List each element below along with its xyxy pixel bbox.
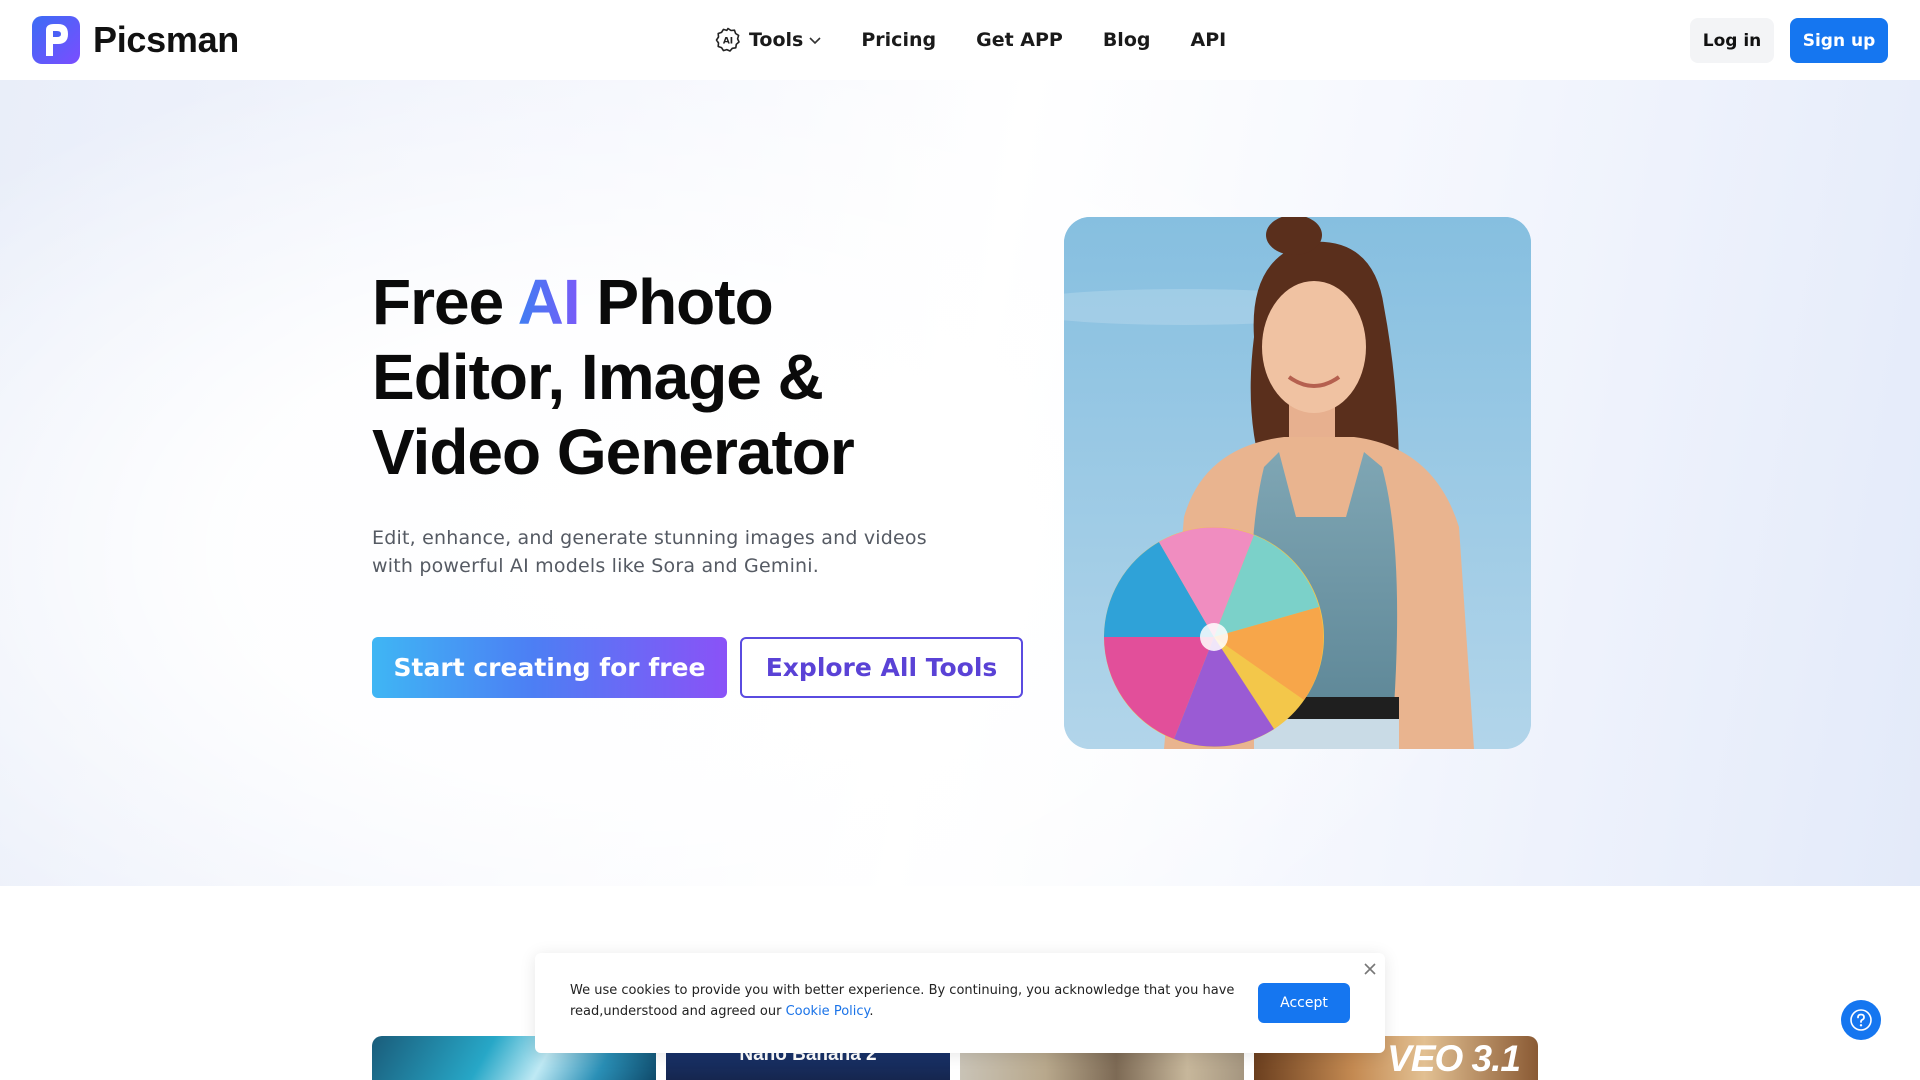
cookie-message: We use cookies to provide you with bette… — [570, 983, 1235, 1019]
logo-mark-icon — [32, 16, 80, 64]
svg-text:AI: AI — [723, 37, 733, 47]
nav-tools-label: Tools — [749, 29, 804, 51]
hero-image — [1064, 217, 1531, 749]
help-button[interactable] — [1841, 1000, 1881, 1040]
explore-tools-button[interactable]: Explore All Tools — [740, 637, 1023, 698]
cookie-banner: We use cookies to provide you with bette… — [535, 953, 1385, 1053]
cookie-policy-link[interactable]: Cookie Policy — [786, 1004, 870, 1019]
nav-get-app[interactable]: Get APP — [976, 29, 1063, 51]
start-creating-button[interactable]: Start creating for free — [372, 637, 727, 698]
nav-blog[interactable]: Blog — [1103, 29, 1151, 51]
hero-title: Free AI Photo Editor, Image & Video Genera… — [372, 266, 855, 488]
chevron-down-icon — [807, 32, 823, 48]
signup-button[interactable]: Sign up — [1790, 18, 1888, 63]
hero-title-accent: AI — [517, 266, 581, 338]
brand-name: Picsman — [93, 19, 239, 60]
brand-logo[interactable]: Picsman — [32, 16, 239, 64]
hero-subtitle: Edit, enhance, and generate stunning ima… — [372, 527, 927, 577]
login-button[interactable]: Log in — [1690, 18, 1774, 63]
site-header: Picsman AI Tools Pricing Get APP Blog AP… — [0, 0, 1920, 80]
ai-chip-icon: AI — [715, 27, 741, 53]
nav-api[interactable]: API — [1190, 29, 1226, 51]
question-circle-icon — [1849, 1008, 1873, 1032]
hero-section: Free AI Photo Editor, Image & Video Genera… — [0, 80, 1920, 886]
nav-tools[interactable]: AI Tools — [715, 27, 823, 53]
accept-cookies-button[interactable]: Accept — [1258, 983, 1350, 1023]
main-nav: AI Tools Pricing Get APP Blog API — [715, 0, 1266, 80]
nav-pricing[interactable]: Pricing — [861, 29, 936, 51]
close-icon[interactable] — [1361, 960, 1379, 978]
